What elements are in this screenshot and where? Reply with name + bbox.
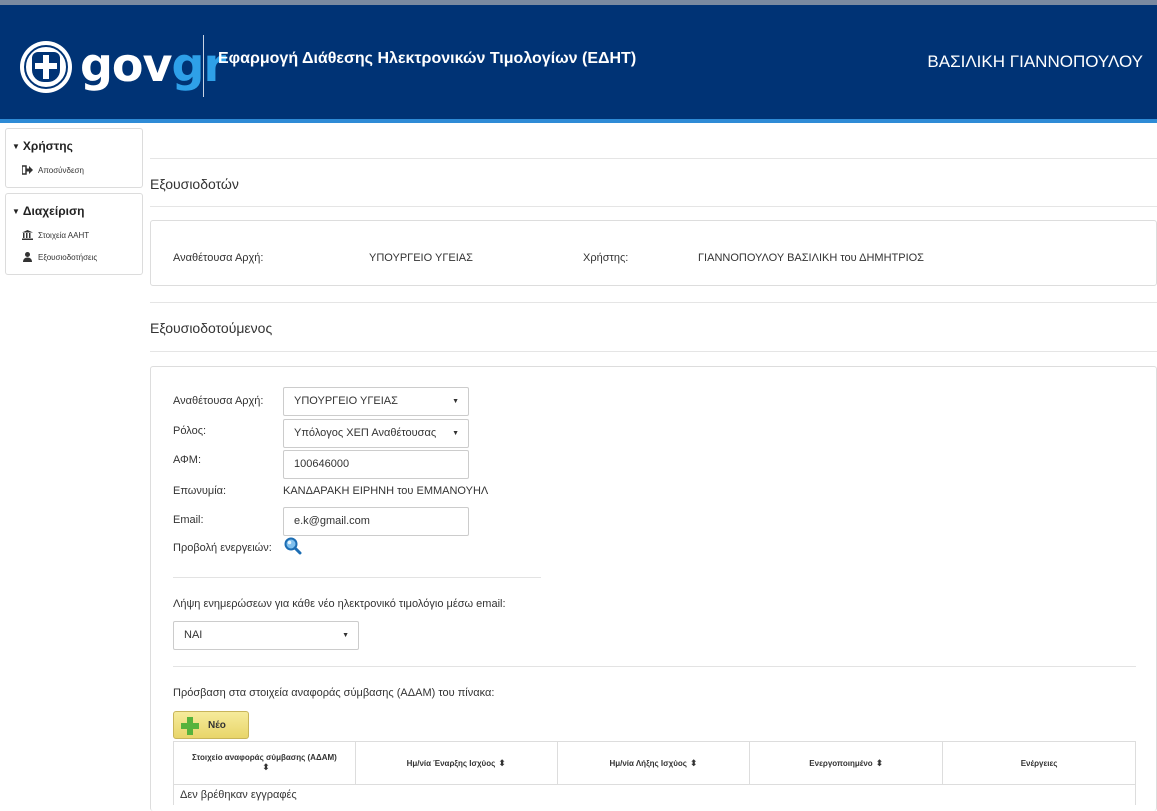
column-header-end-date[interactable]: Ημ/νία Λήξης Ισχύος ⬍ <box>556 741 751 785</box>
app-title: Εφαρμογή Διάθεσης Ηλεκτρονικών Τιμολογίω… <box>218 50 637 67</box>
divider <box>173 577 541 578</box>
notify-select-value: ΝΑΙ <box>184 629 203 641</box>
divider <box>150 206 1157 207</box>
afm-input-value: 100646000 <box>294 458 350 470</box>
chevron-down-icon: ▼ <box>452 430 459 437</box>
column-header-start-date[interactable]: Ημ/νία Έναρξης Ισχύος ⬍ <box>354 741 558 785</box>
email-input-value: e.k@gmail.com <box>294 515 370 527</box>
sidebar-item-label: Στοιχεία ΑΑΗΤ <box>38 230 90 240</box>
role-label: Ρόλος: <box>173 425 207 437</box>
authorized-panel: Αναθέτουσα Αρχή: ΥΠΟΥΡΓΕΙΟ ΥΓΕΙΑΣ ▼ Ρόλο… <box>150 366 1157 811</box>
sidebar-group-user: ▼ Χρήστης Αποσύνδεση <box>5 128 143 188</box>
chevron-down-icon: ▼ <box>452 398 459 405</box>
sort-icon: ⬍ <box>498 757 506 768</box>
sort-icon: ⬍ <box>262 762 270 772</box>
column-header-enabled[interactable]: Ενεργοποιημένο ⬍ <box>749 741 944 785</box>
afm-input[interactable]: 100646000 <box>283 450 469 479</box>
sidebar-item-label: Αποσύνδεση <box>38 165 84 175</box>
sidebar-item-authorizations[interactable]: Εξουσιοδοτήσεις <box>6 246 142 268</box>
user-icon <box>22 252 33 262</box>
logout-icon <box>21 165 33 175</box>
header-bar: govgr Εφαρμογή Διάθεσης Ηλεκτρονικών Τιμ… <box>0 5 1157 119</box>
authority-select[interactable]: ΥΠΟΥΡΓΕΙΟ ΥΓΕΙΑΣ ▼ <box>283 387 469 416</box>
caret-down-icon: ▼ <box>12 142 20 151</box>
authority-select-value: ΥΠΟΥΡΓΕΙΟ ΥΓΕΙΑΣ <box>294 395 398 407</box>
plus-icon <box>180 716 200 736</box>
current-user-name: ΒΑΣΙΛΙΚΗ ΓΙΑΝΝΟΠΟΥΛΟΥ <box>927 52 1143 71</box>
header-underline <box>0 119 1157 123</box>
authority-label: Αναθέτουσα Αρχή: <box>173 252 264 264</box>
new-button[interactable]: Νέο <box>173 711 249 739</box>
logo-gov: gov <box>80 38 173 92</box>
institution-icon <box>22 230 33 240</box>
access-label: Πρόσβαση στα στοιχεία αναφοράς σύμβασης … <box>173 687 495 699</box>
divider <box>150 351 1157 352</box>
chevron-down-icon: ▼ <box>342 632 349 639</box>
new-button-label: Νέο <box>208 720 226 731</box>
afm-label: ΑΦΜ: <box>173 454 202 466</box>
authorizer-section-title: Εξουσιοδοτών <box>150 176 239 192</box>
name-value: ΚΑΝΔΑΡΑΚΗ ΕΙΡΗΝΗ του ΕΜΜΑΝΟΥΗΛ <box>283 485 489 497</box>
notify-select[interactable]: ΝΑΙ ▼ <box>173 621 359 650</box>
sort-icon: ⬍ <box>689 757 698 768</box>
divider <box>173 666 1136 667</box>
adam-table: Στοιχείο αναφοράς σύμβασης (ΑΔΑΜ) ⬍ Ημ/νί… <box>173 741 1136 805</box>
sidebar-group-title[interactable]: ▼ Χρήστης <box>6 129 142 159</box>
sidebar-item-aaht-details[interactable]: Στοιχεία ΑΑΗΤ <box>6 224 142 246</box>
notify-label: Λήψη ενημερώσεων για κάθε νέο ηλεκτρονικ… <box>173 598 506 610</box>
column-header-adam[interactable]: Στοιχείο αναφοράς σύμβασης (ΑΔΑΜ) ⬍ <box>173 741 356 785</box>
empty-message: Δεν βρέθηκαν εγγραφές <box>173 784 1136 805</box>
email-label: Email: <box>173 514 204 526</box>
sidebar-item-label: Εξουσιοδοτήσεις <box>38 252 98 262</box>
authority-label: Αναθέτουσα Αρχή: <box>173 395 264 407</box>
authorized-section-title: Εξουσιοδοτούμενος <box>150 320 273 336</box>
divider <box>150 302 1157 303</box>
actions-label: Προβολή ενεργειών: <box>173 542 272 554</box>
user-value: ΓΙΑΝΝΟΠΟΥΛΟΥ ΒΑΣΙΛΙΚΗ του ΔΗΜΗΤΡΙΟΣ <box>698 252 924 264</box>
column-header-actions: Ενέργειες <box>942 741 1136 785</box>
sidebar: ▼ Χρήστης Αποσύνδεση ▼ Διαχείριση Στοιχεία… <box>5 128 143 280</box>
table-row: Δεν βρέθηκαν εγγραφές <box>173 784 1136 805</box>
authority-value: ΥΠΟΥΡΓΕΙΟ ΥΓΕΙΑΣ <box>369 252 473 264</box>
greek-emblem-icon <box>20 41 72 93</box>
sort-icon: ⬍ <box>875 757 884 768</box>
caret-down-icon: ▼ <box>12 207 20 216</box>
name-label: Επωνυμία: <box>173 485 227 497</box>
email-input[interactable]: e.k@gmail.com <box>283 507 469 536</box>
sidebar-group-title[interactable]: ▼ Διαχείριση <box>6 194 142 224</box>
sidebar-item-logout[interactable]: Αποσύνδεση <box>6 159 142 181</box>
header-divider <box>203 35 204 97</box>
role-select[interactable]: Υπόλογος ΧΕΠ Αναθέτουσας ▼ <box>283 419 469 448</box>
search-icon[interactable] <box>284 537 302 560</box>
divider <box>150 158 1157 159</box>
role-select-value: Υπόλογος ΧΕΠ Αναθέτουσας <box>294 427 437 439</box>
sidebar-group-management: ▼ Διαχείριση Στοιχεία ΑΑΗΤ Εξουσιοδοτήσει… <box>5 193 143 275</box>
user-label: Χρήστης: <box>583 252 629 264</box>
authorizer-panel: Αναθέτουσα Αρχή: ΥΠΟΥΡΓΕΙΟ ΥΓΕΙΑΣ Χρήστη… <box>150 220 1157 286</box>
